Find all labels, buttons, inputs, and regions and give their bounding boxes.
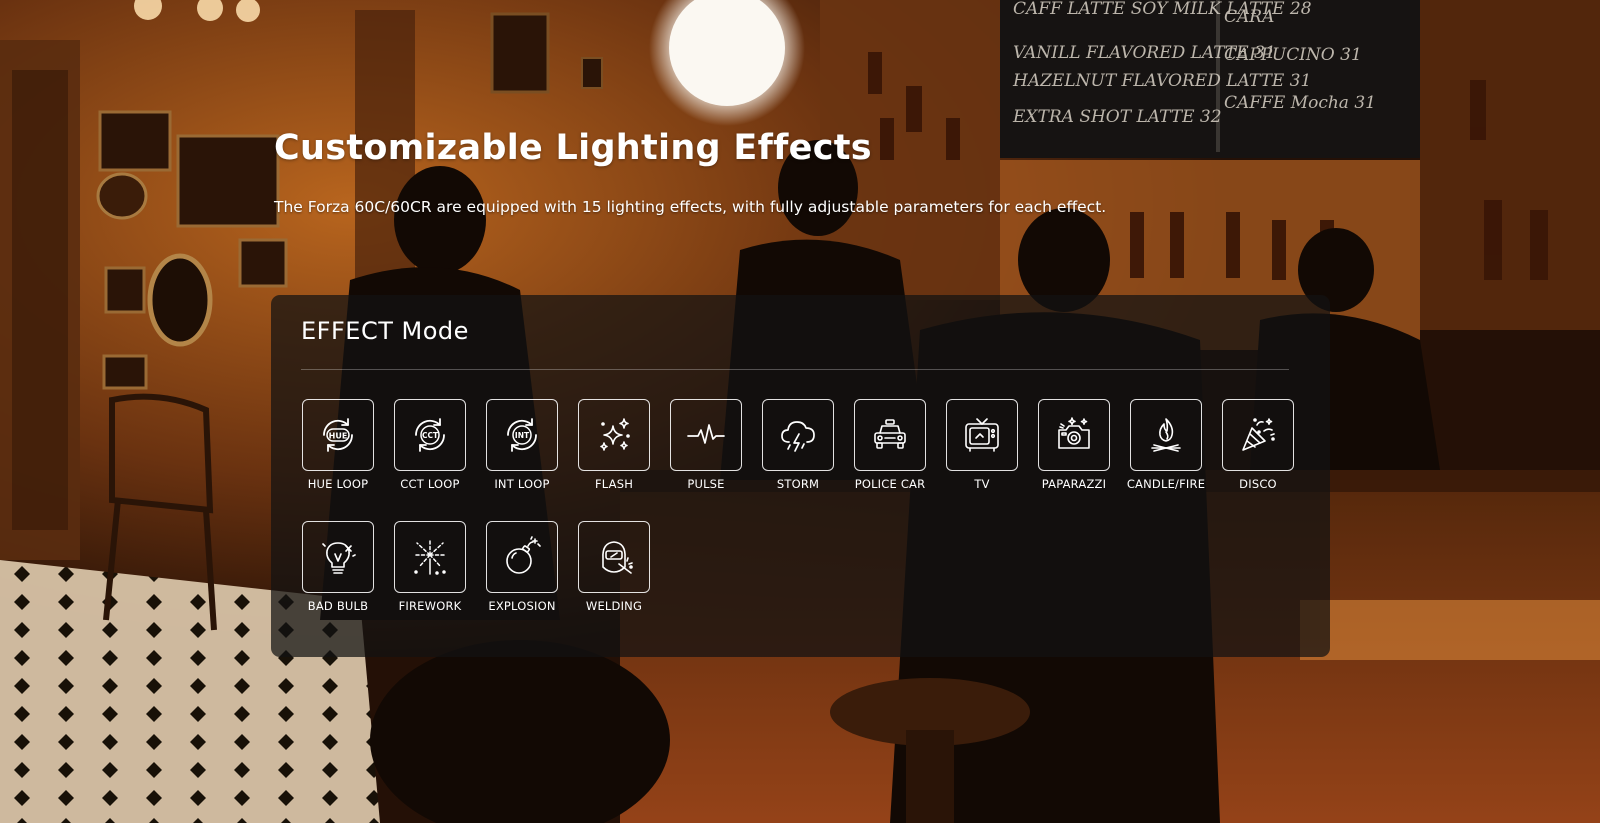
effect-pulse[interactable]: PULSE xyxy=(670,399,742,491)
effect-int-loop[interactable]: INT INT LOOP xyxy=(486,399,558,491)
effect-tv[interactable]: TV xyxy=(946,399,1018,491)
explosion-icon xyxy=(486,521,558,593)
effect-candle-fire[interactable]: CANDLE/FIRE xyxy=(1126,399,1206,491)
effect-bad-bulb[interactable]: BAD BULB xyxy=(302,521,374,613)
effect-welding[interactable]: WELDING xyxy=(578,521,650,613)
cct-loop-icon: CCT xyxy=(394,399,466,471)
pulse-icon xyxy=(670,399,742,471)
effect-label: DISCO xyxy=(1239,477,1277,491)
hue-badge-text: HUE xyxy=(329,432,348,441)
panel-divider xyxy=(301,369,1289,370)
effect-disco[interactable]: DISCO xyxy=(1222,399,1294,491)
effect-label: TV xyxy=(974,477,990,491)
welding-icon xyxy=(578,521,650,593)
effect-label: POLICE CAR xyxy=(854,477,926,491)
effect-mode-panel: EFFECT Mode HUE HUE LOOP CCT CCT LOOP IN… xyxy=(271,295,1330,657)
panel-title: EFFECT Mode xyxy=(301,317,469,345)
disco-icon xyxy=(1222,399,1294,471)
storm-icon xyxy=(762,399,834,471)
hue-loop-icon: HUE xyxy=(302,399,374,471)
int-loop-icon: INT xyxy=(486,399,558,471)
effect-label: CCT LOOP xyxy=(400,477,460,491)
flash-icon xyxy=(578,399,650,471)
menu-board-line: CAFFE Mocha 31 xyxy=(1224,93,1376,113)
effect-label: WELDING xyxy=(585,599,643,613)
effect-label: INT LOOP xyxy=(494,477,550,491)
tv-icon xyxy=(946,399,1018,471)
effect-flash[interactable]: FLASH xyxy=(578,399,650,491)
effect-label: FIREWORK xyxy=(398,599,462,613)
effect-explosion[interactable]: EXPLOSION xyxy=(486,521,558,613)
int-badge-text: INT xyxy=(515,431,530,440)
cct-badge-text: CCT xyxy=(422,431,439,440)
effect-label: PULSE xyxy=(687,477,725,491)
menu-board-line: CAPPUCINO 31 xyxy=(1224,45,1362,65)
effect-paparazzi[interactable]: PAPARAZZI xyxy=(1038,399,1110,491)
menu-board-line: HAZELNUT FLAVORED LATTE 31 xyxy=(1012,71,1311,91)
page-subtitle: The Forza 60C/60CR are equipped with 15 … xyxy=(274,198,1107,216)
effect-label: CANDLE/FIRE xyxy=(1126,477,1206,491)
effect-police-car[interactable]: POLICE CAR xyxy=(854,399,926,491)
menu-board-line: CARA xyxy=(1224,7,1274,27)
effects-grid: HUE HUE LOOP CCT CCT LOOP INT INT LOOP F… xyxy=(302,399,1302,613)
paparazzi-icon xyxy=(1038,399,1110,471)
firework-icon xyxy=(394,521,466,593)
police-car-icon xyxy=(854,399,926,471)
menu-board-line: EXTRA SHOT LATTE 32 xyxy=(1012,107,1222,127)
effect-cct-loop[interactable]: CCT CCT LOOP xyxy=(394,399,466,491)
effect-label: EXPLOSION xyxy=(488,599,556,613)
effect-firework[interactable]: FIREWORK xyxy=(394,521,466,613)
bad-bulb-icon xyxy=(302,521,374,593)
effect-label: BAD BULB xyxy=(307,599,369,613)
effect-label: STORM xyxy=(776,477,820,491)
effect-hue-loop[interactable]: HUE HUE LOOP xyxy=(302,399,374,491)
candle-fire-icon xyxy=(1130,399,1202,471)
effect-label: HUE LOOP xyxy=(307,477,369,491)
effect-storm[interactable]: STORM xyxy=(762,399,834,491)
page-title: Customizable Lighting Effects xyxy=(274,128,872,168)
effect-label: FLASH xyxy=(594,477,634,491)
effect-label: PAPARAZZI xyxy=(1041,477,1107,491)
